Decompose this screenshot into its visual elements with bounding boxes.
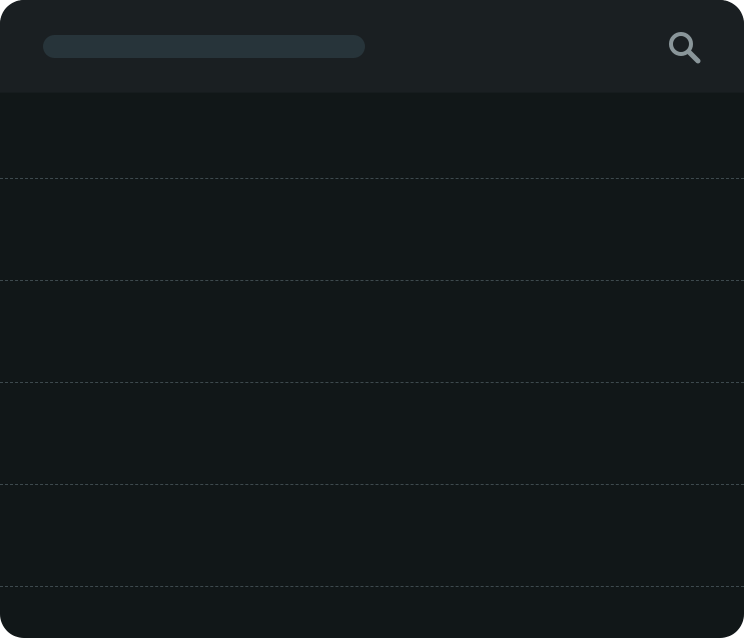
list-item[interactable] (0, 281, 744, 383)
list-item[interactable] (0, 587, 744, 638)
app-window (0, 0, 744, 638)
list-item[interactable] (0, 179, 744, 281)
content-list (0, 92, 744, 638)
search-input[interactable] (43, 35, 365, 58)
list-item[interactable] (0, 485, 744, 587)
search-icon[interactable] (666, 29, 702, 65)
list-item[interactable] (0, 77, 744, 179)
list-item[interactable] (0, 383, 744, 485)
